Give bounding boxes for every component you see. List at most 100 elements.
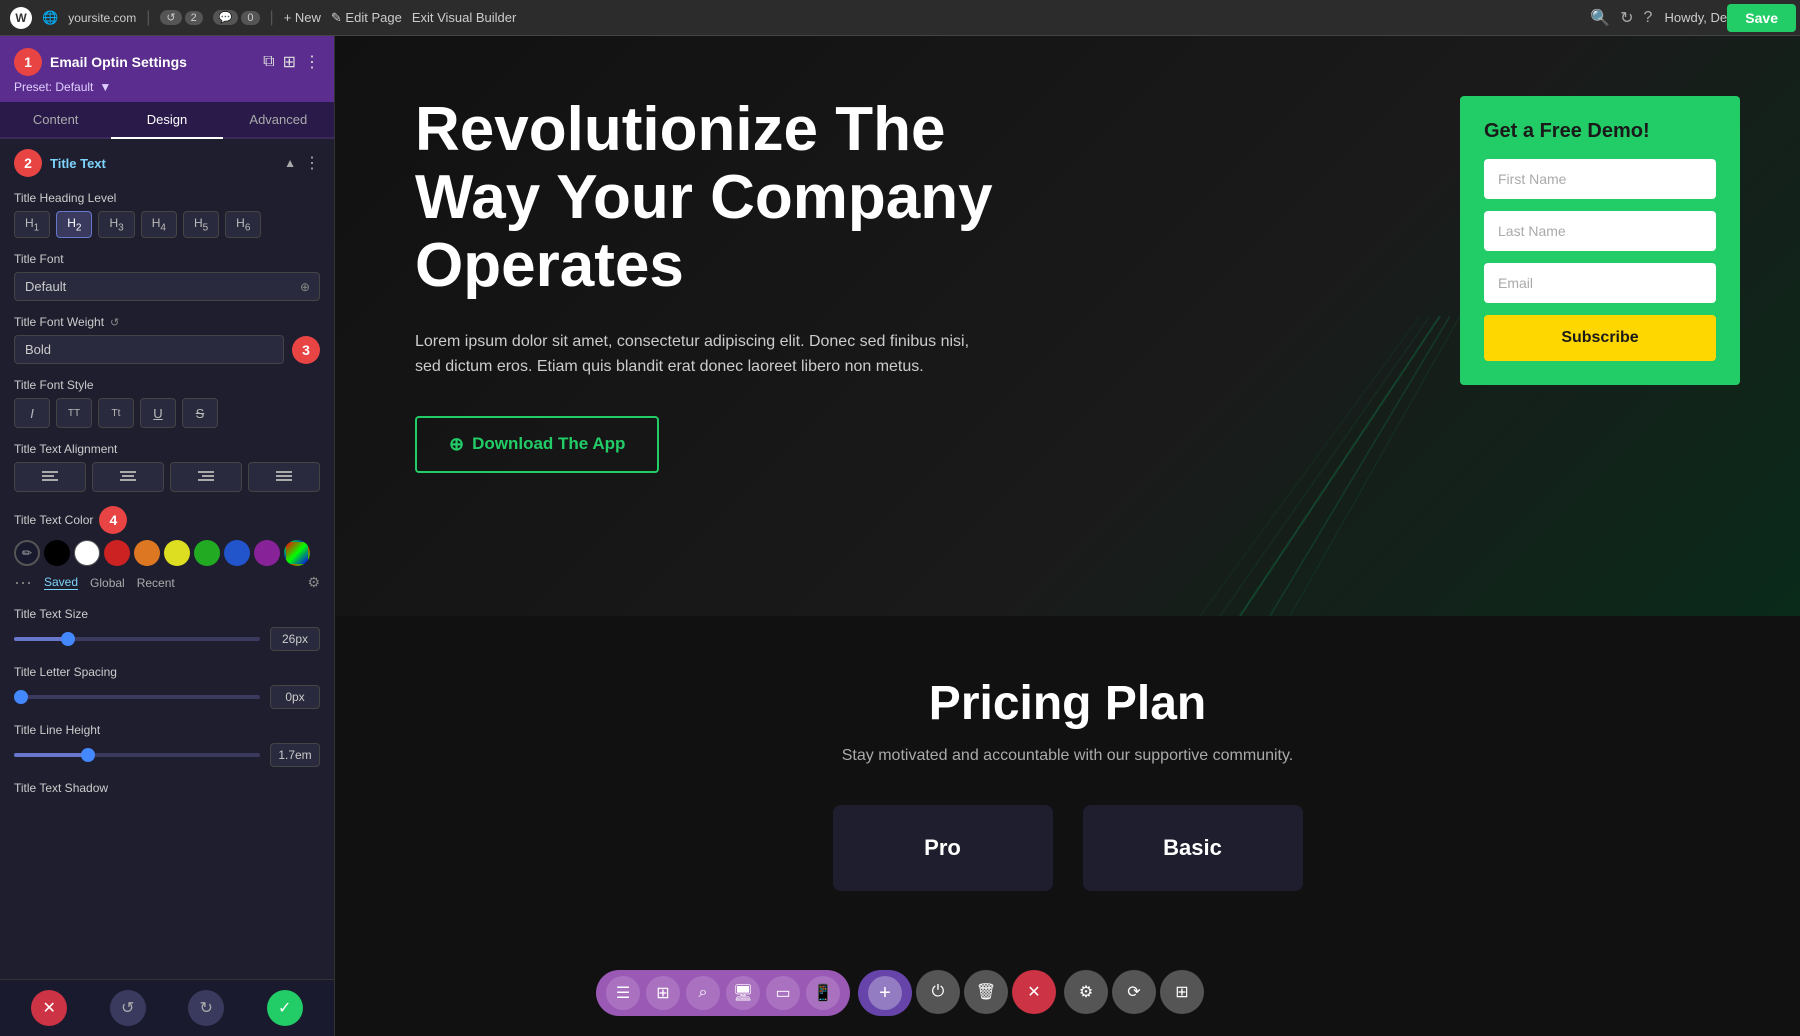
form-last-name-input[interactable] xyxy=(1484,211,1716,251)
line-height-input[interactable] xyxy=(270,743,320,767)
undo-button[interactable]: ↺ xyxy=(110,990,146,1026)
field-title-font: Title Font Default ⊕ xyxy=(14,252,320,301)
heading-h5-btn[interactable]: H5 xyxy=(183,211,219,238)
toolbar-monitor-btn[interactable]: 🖥 xyxy=(726,976,760,1010)
heading-h1-btn[interactable]: H1 xyxy=(14,211,50,238)
section-collapse-icon[interactable]: ▲ xyxy=(284,156,296,170)
align-center-btn[interactable] xyxy=(92,462,164,492)
style-uppercase-btn[interactable]: TT xyxy=(56,398,92,428)
align-right-btn[interactable] xyxy=(170,462,242,492)
letter-spacing-input[interactable] xyxy=(270,685,320,709)
toolbar-close-group-btn[interactable]: ✕ xyxy=(1012,970,1056,1014)
font-weight-input[interactable] xyxy=(14,335,284,364)
font-weight-reset-icon[interactable]: ↺ xyxy=(110,316,119,329)
form-email-input[interactable] xyxy=(1484,263,1716,303)
sidebar-copy-icon[interactable]: ⧉ xyxy=(263,53,274,71)
heading-h3-btn[interactable]: H3 xyxy=(98,211,134,238)
toolbar-menu-btn[interactable]: ☰ xyxy=(606,976,640,1010)
letter-spacing-slider-track[interactable] xyxy=(14,695,260,699)
step-badge-1: 1 xyxy=(14,48,42,76)
color-white-swatch[interactable] xyxy=(74,540,100,566)
color-purple-swatch[interactable] xyxy=(254,540,280,566)
hero-cta-button[interactable]: ⊕ Download The App xyxy=(415,416,659,473)
color-red-swatch[interactable] xyxy=(104,540,130,566)
tab-design[interactable]: Design xyxy=(111,102,222,139)
color-pencil-swatch[interactable]: ✏ xyxy=(14,540,40,566)
edit-page-button[interactable]: ✎ Edit Page xyxy=(331,10,402,26)
undo-counter[interactable]: ↺ 2 xyxy=(160,10,202,25)
save-button[interactable]: Save xyxy=(1727,4,1796,32)
title-size-input[interactable] xyxy=(270,627,320,651)
site-icon[interactable]: 🌐 xyxy=(42,10,58,26)
style-underline-btn[interactable]: U xyxy=(140,398,176,428)
line-height-slider-track[interactable] xyxy=(14,753,260,757)
toolbar-grid-btn[interactable]: ⊞ xyxy=(646,976,680,1010)
toolbar-layout-btn[interactable]: ⊞ xyxy=(1160,970,1204,1014)
tab-content[interactable]: Content xyxy=(0,102,111,137)
toolbar-tools-group: ☰ ⊞ ⌕ 🖥 ▭ 📱 xyxy=(596,970,850,1016)
text-color-label-text: Title Text Color xyxy=(14,513,93,527)
toolbar-mobile-btn[interactable]: 📱 xyxy=(806,976,840,1010)
style-italic-btn[interactable]: I xyxy=(14,398,50,428)
color-black-swatch[interactable] xyxy=(44,540,70,566)
color-tab-recent[interactable]: Recent xyxy=(137,576,175,590)
comment-counter[interactable]: 💬 0 xyxy=(213,10,260,25)
color-orange-swatch[interactable] xyxy=(134,540,160,566)
line-height-thumb[interactable] xyxy=(81,748,95,762)
confirm-button[interactable]: ✓ xyxy=(267,990,303,1026)
field-letter-spacing: Title Letter Spacing xyxy=(14,665,320,709)
toolbar-search-btn[interactable]: ⌕ xyxy=(686,976,720,1010)
sidebar-more-icon[interactable]: ⋮ xyxy=(304,52,320,72)
color-tab-saved[interactable]: Saved xyxy=(44,575,78,590)
subscribe-button[interactable]: Subscribe xyxy=(1484,315,1716,361)
align-left-btn[interactable] xyxy=(14,462,86,492)
wp-logo-icon[interactable]: W xyxy=(10,7,32,29)
title-size-slider-row xyxy=(14,627,320,651)
heading-h4-btn[interactable]: H4 xyxy=(141,211,177,238)
letter-spacing-thumb[interactable] xyxy=(14,690,28,704)
color-yellow-swatch[interactable] xyxy=(164,540,190,566)
title-size-slider-track[interactable] xyxy=(14,637,260,641)
section-more-icon[interactable]: ⋮ xyxy=(304,153,320,173)
style-strikethrough-btn[interactable]: S xyxy=(182,398,218,428)
toolbar-add-btn[interactable]: + xyxy=(868,976,902,1010)
align-justify-btn[interactable] xyxy=(248,462,320,492)
tab-advanced[interactable]: Advanced xyxy=(223,102,334,137)
title-font-select[interactable]: Default xyxy=(14,272,320,301)
color-green-swatch[interactable] xyxy=(194,540,220,566)
sidebar-title: Email Optin Settings xyxy=(50,54,187,70)
redo-button[interactable]: ↻ xyxy=(188,990,224,1026)
color-settings-icon[interactable]: ⚙ xyxy=(307,574,320,591)
pricing-card-basic: Basic xyxy=(1083,805,1303,891)
color-tab-global[interactable]: Global xyxy=(90,576,125,590)
undo-count-badge: 2 xyxy=(185,11,203,25)
color-blue-swatch[interactable] xyxy=(224,540,250,566)
title-size-slider-thumb[interactable] xyxy=(61,632,75,646)
color-expand-dots[interactable]: ··· xyxy=(14,572,32,593)
new-button[interactable]: + New xyxy=(284,10,321,25)
heading-h2-btn[interactable]: H2 xyxy=(56,211,92,238)
color-eraser-swatch[interactable] xyxy=(284,540,310,566)
heading-h6-btn[interactable]: H6 xyxy=(225,211,261,238)
toolbar-trash-btn[interactable]: 🗑 xyxy=(964,970,1008,1014)
toolbar-tablet-btn[interactable]: ▭ xyxy=(766,976,800,1010)
search-topbar-icon[interactable]: 🔍 xyxy=(1590,8,1610,28)
toolbar-settings-btn[interactable]: ⚙ xyxy=(1064,970,1108,1014)
preset-dropdown-icon[interactable]: ▼ xyxy=(99,80,111,94)
field-title-text-size-label: Title Text Size xyxy=(14,607,320,621)
refresh-topbar-icon[interactable]: ↻ xyxy=(1620,8,1633,28)
sidebar-layout-icon[interactable]: ⊞ xyxy=(283,52,296,72)
font-weight-label-text: Title Font Weight xyxy=(14,315,104,329)
alignment-buttons xyxy=(14,462,320,492)
toolbar-history-btn[interactable]: ⟳ xyxy=(1112,970,1156,1014)
close-button[interactable]: ✕ xyxy=(31,990,67,1026)
style-capitalize-btn[interactable]: Tt xyxy=(98,398,134,428)
field-line-height-label: Title Line Height xyxy=(14,723,320,737)
toolbar-power-btn[interactable]: ⏻ xyxy=(916,970,960,1014)
site-name: yoursite.com xyxy=(68,11,136,25)
step-badge-4: 4 xyxy=(99,506,127,534)
field-title-font-label: Title Font xyxy=(14,252,320,266)
form-first-name-input[interactable] xyxy=(1484,159,1716,199)
exit-vb-button[interactable]: Exit Visual Builder xyxy=(412,10,517,25)
help-topbar-icon[interactable]: ? xyxy=(1644,9,1653,27)
